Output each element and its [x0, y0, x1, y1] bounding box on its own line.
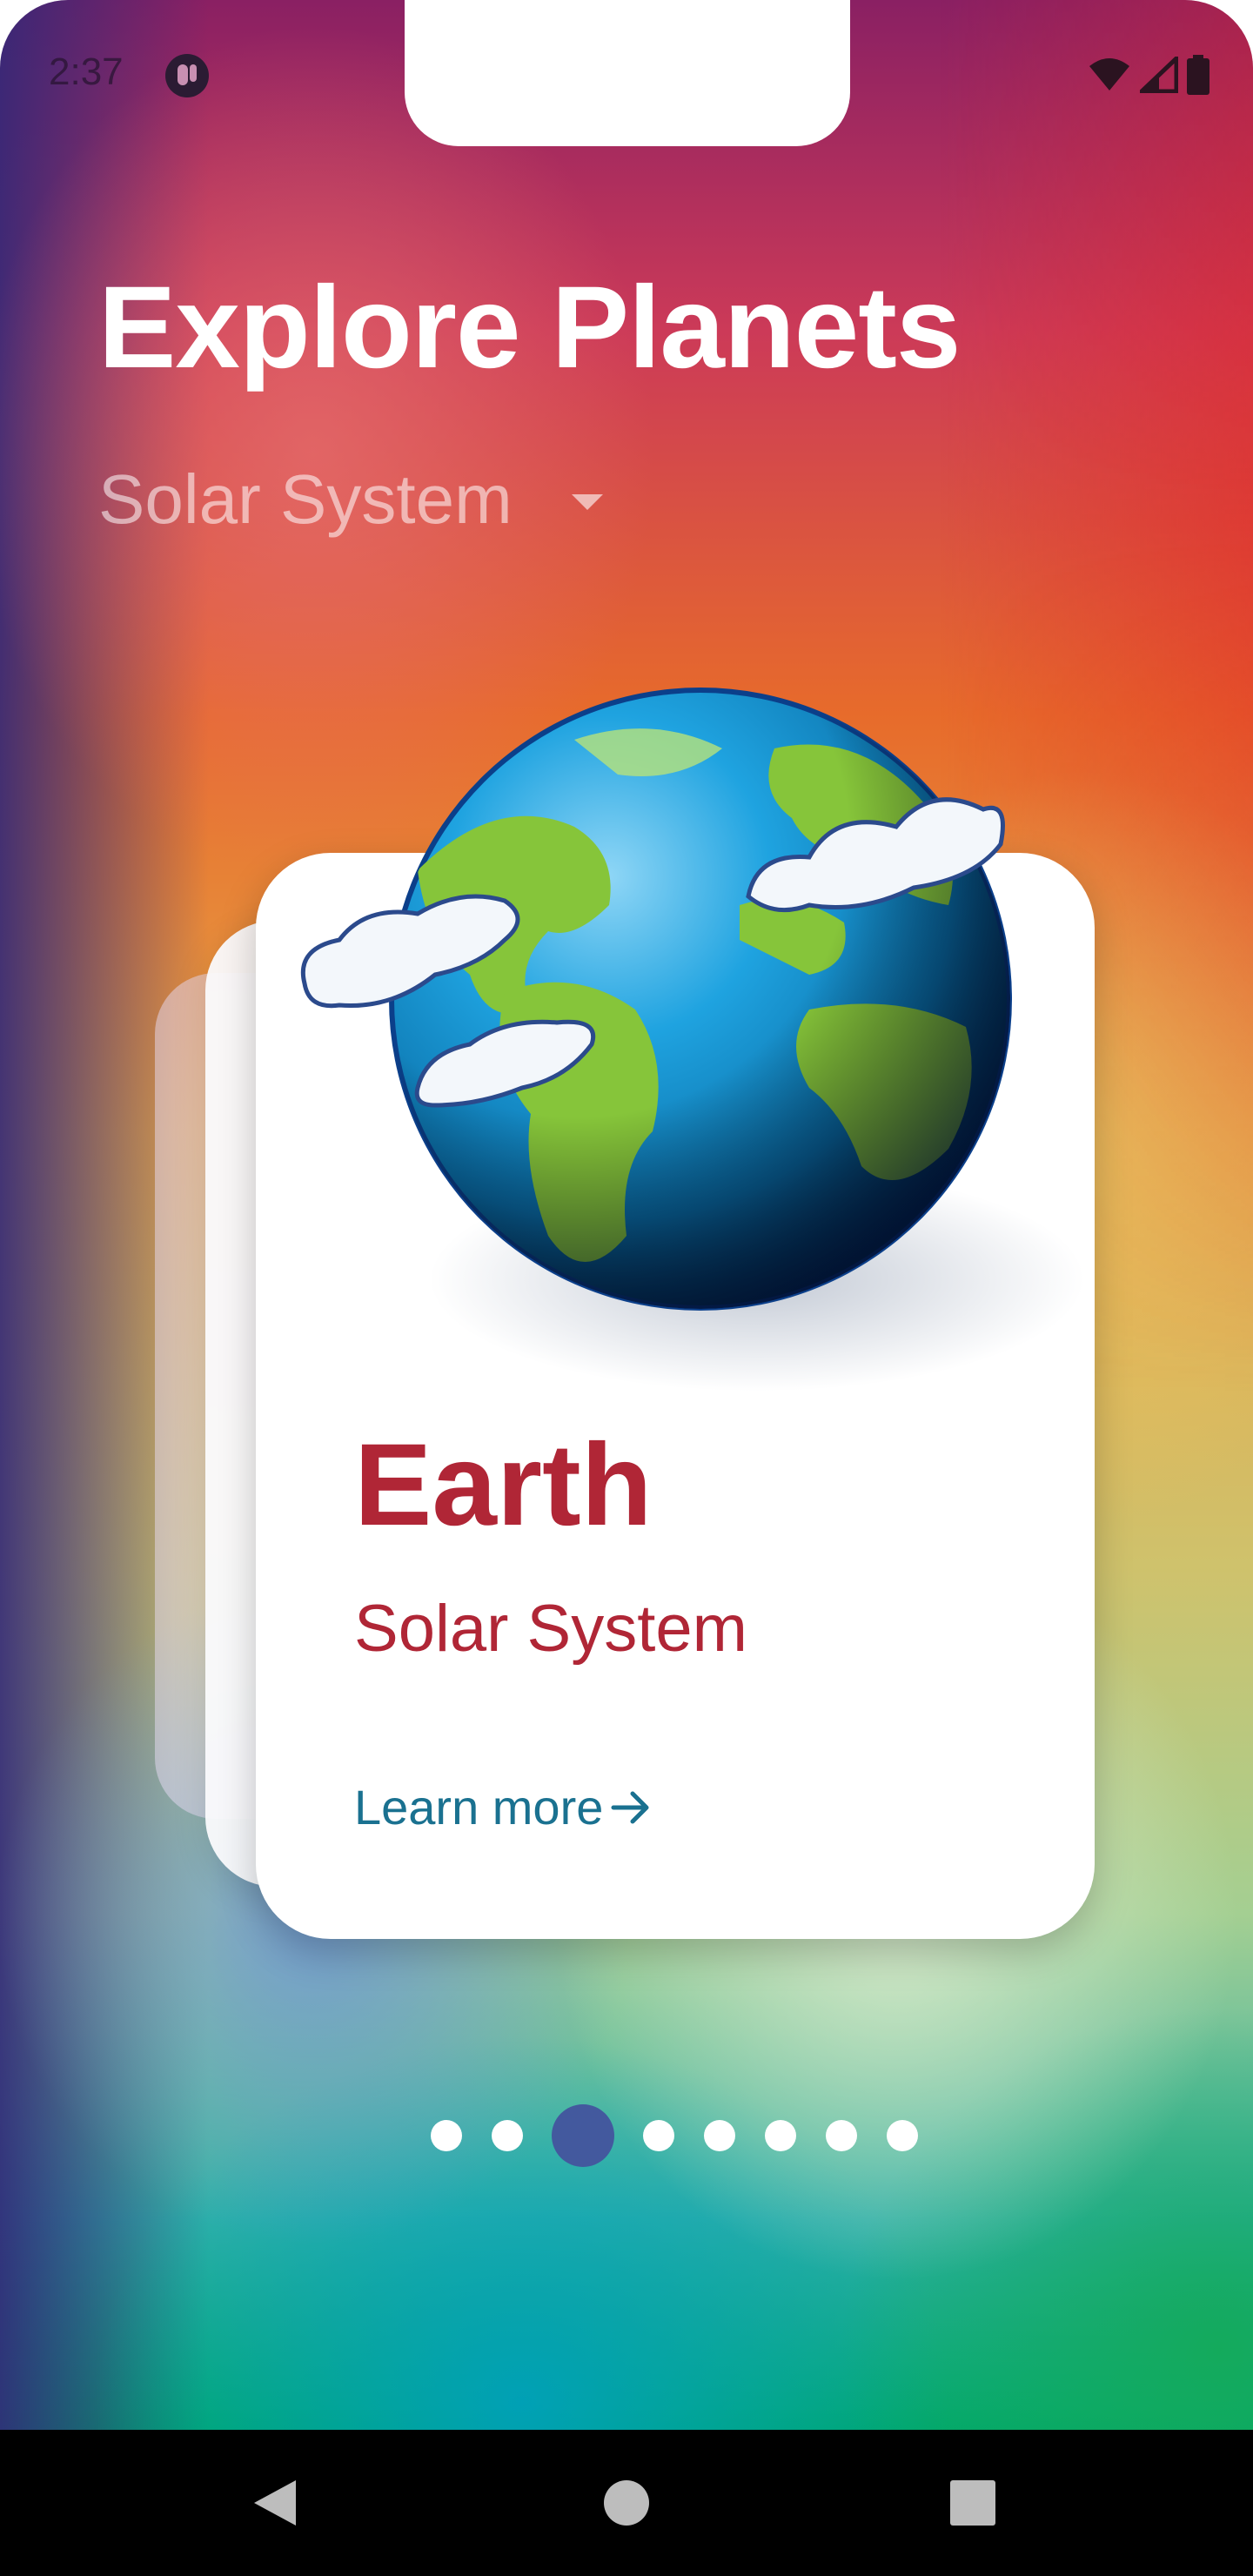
- planet-system: Solar System: [354, 1592, 747, 1666]
- learn-more-link[interactable]: Learn more: [354, 1779, 652, 1835]
- arrow-right-icon: [611, 1791, 649, 1823]
- page-dot[interactable]: [643, 2120, 674, 2151]
- learn-more-label: Learn more: [354, 1780, 604, 1835]
- battery-icon: [1187, 55, 1209, 95]
- status-icons: [1088, 54, 1209, 96]
- caret-down-icon: [571, 494, 603, 510]
- page-dot[interactable]: [826, 2120, 857, 2151]
- system-selector[interactable]: Solar System: [98, 460, 603, 540]
- page-dot[interactable]: [704, 2120, 735, 2151]
- back-icon[interactable]: [247, 2475, 303, 2531]
- notification-app-icon: [165, 54, 209, 97]
- signal-icon: [1140, 57, 1178, 93]
- navigation-bar: [0, 2430, 1253, 2576]
- system-selector-label: Solar System: [98, 460, 513, 538]
- page-dot-active[interactable]: [552, 2104, 614, 2167]
- wifi-icon: [1089, 58, 1129, 91]
- status-time: 2:37: [49, 50, 124, 93]
- page-indicator: [0, 2104, 1253, 2167]
- screen: 2:37 Explore Planets Solar System Earth …: [0, 0, 1253, 2576]
- page-dot[interactable]: [765, 2120, 796, 2151]
- page-dot[interactable]: [431, 2120, 462, 2151]
- page-title: Explore Planets: [98, 263, 961, 392]
- earth-illustration: [300, 688, 1012, 1311]
- recents-icon[interactable]: [945, 2475, 1001, 2531]
- home-icon[interactable]: [599, 2475, 654, 2531]
- page-dot[interactable]: [887, 2120, 918, 2151]
- page-dot[interactable]: [492, 2120, 523, 2151]
- display-notch: [405, 0, 850, 146]
- planet-name: Earth: [354, 1420, 653, 1550]
